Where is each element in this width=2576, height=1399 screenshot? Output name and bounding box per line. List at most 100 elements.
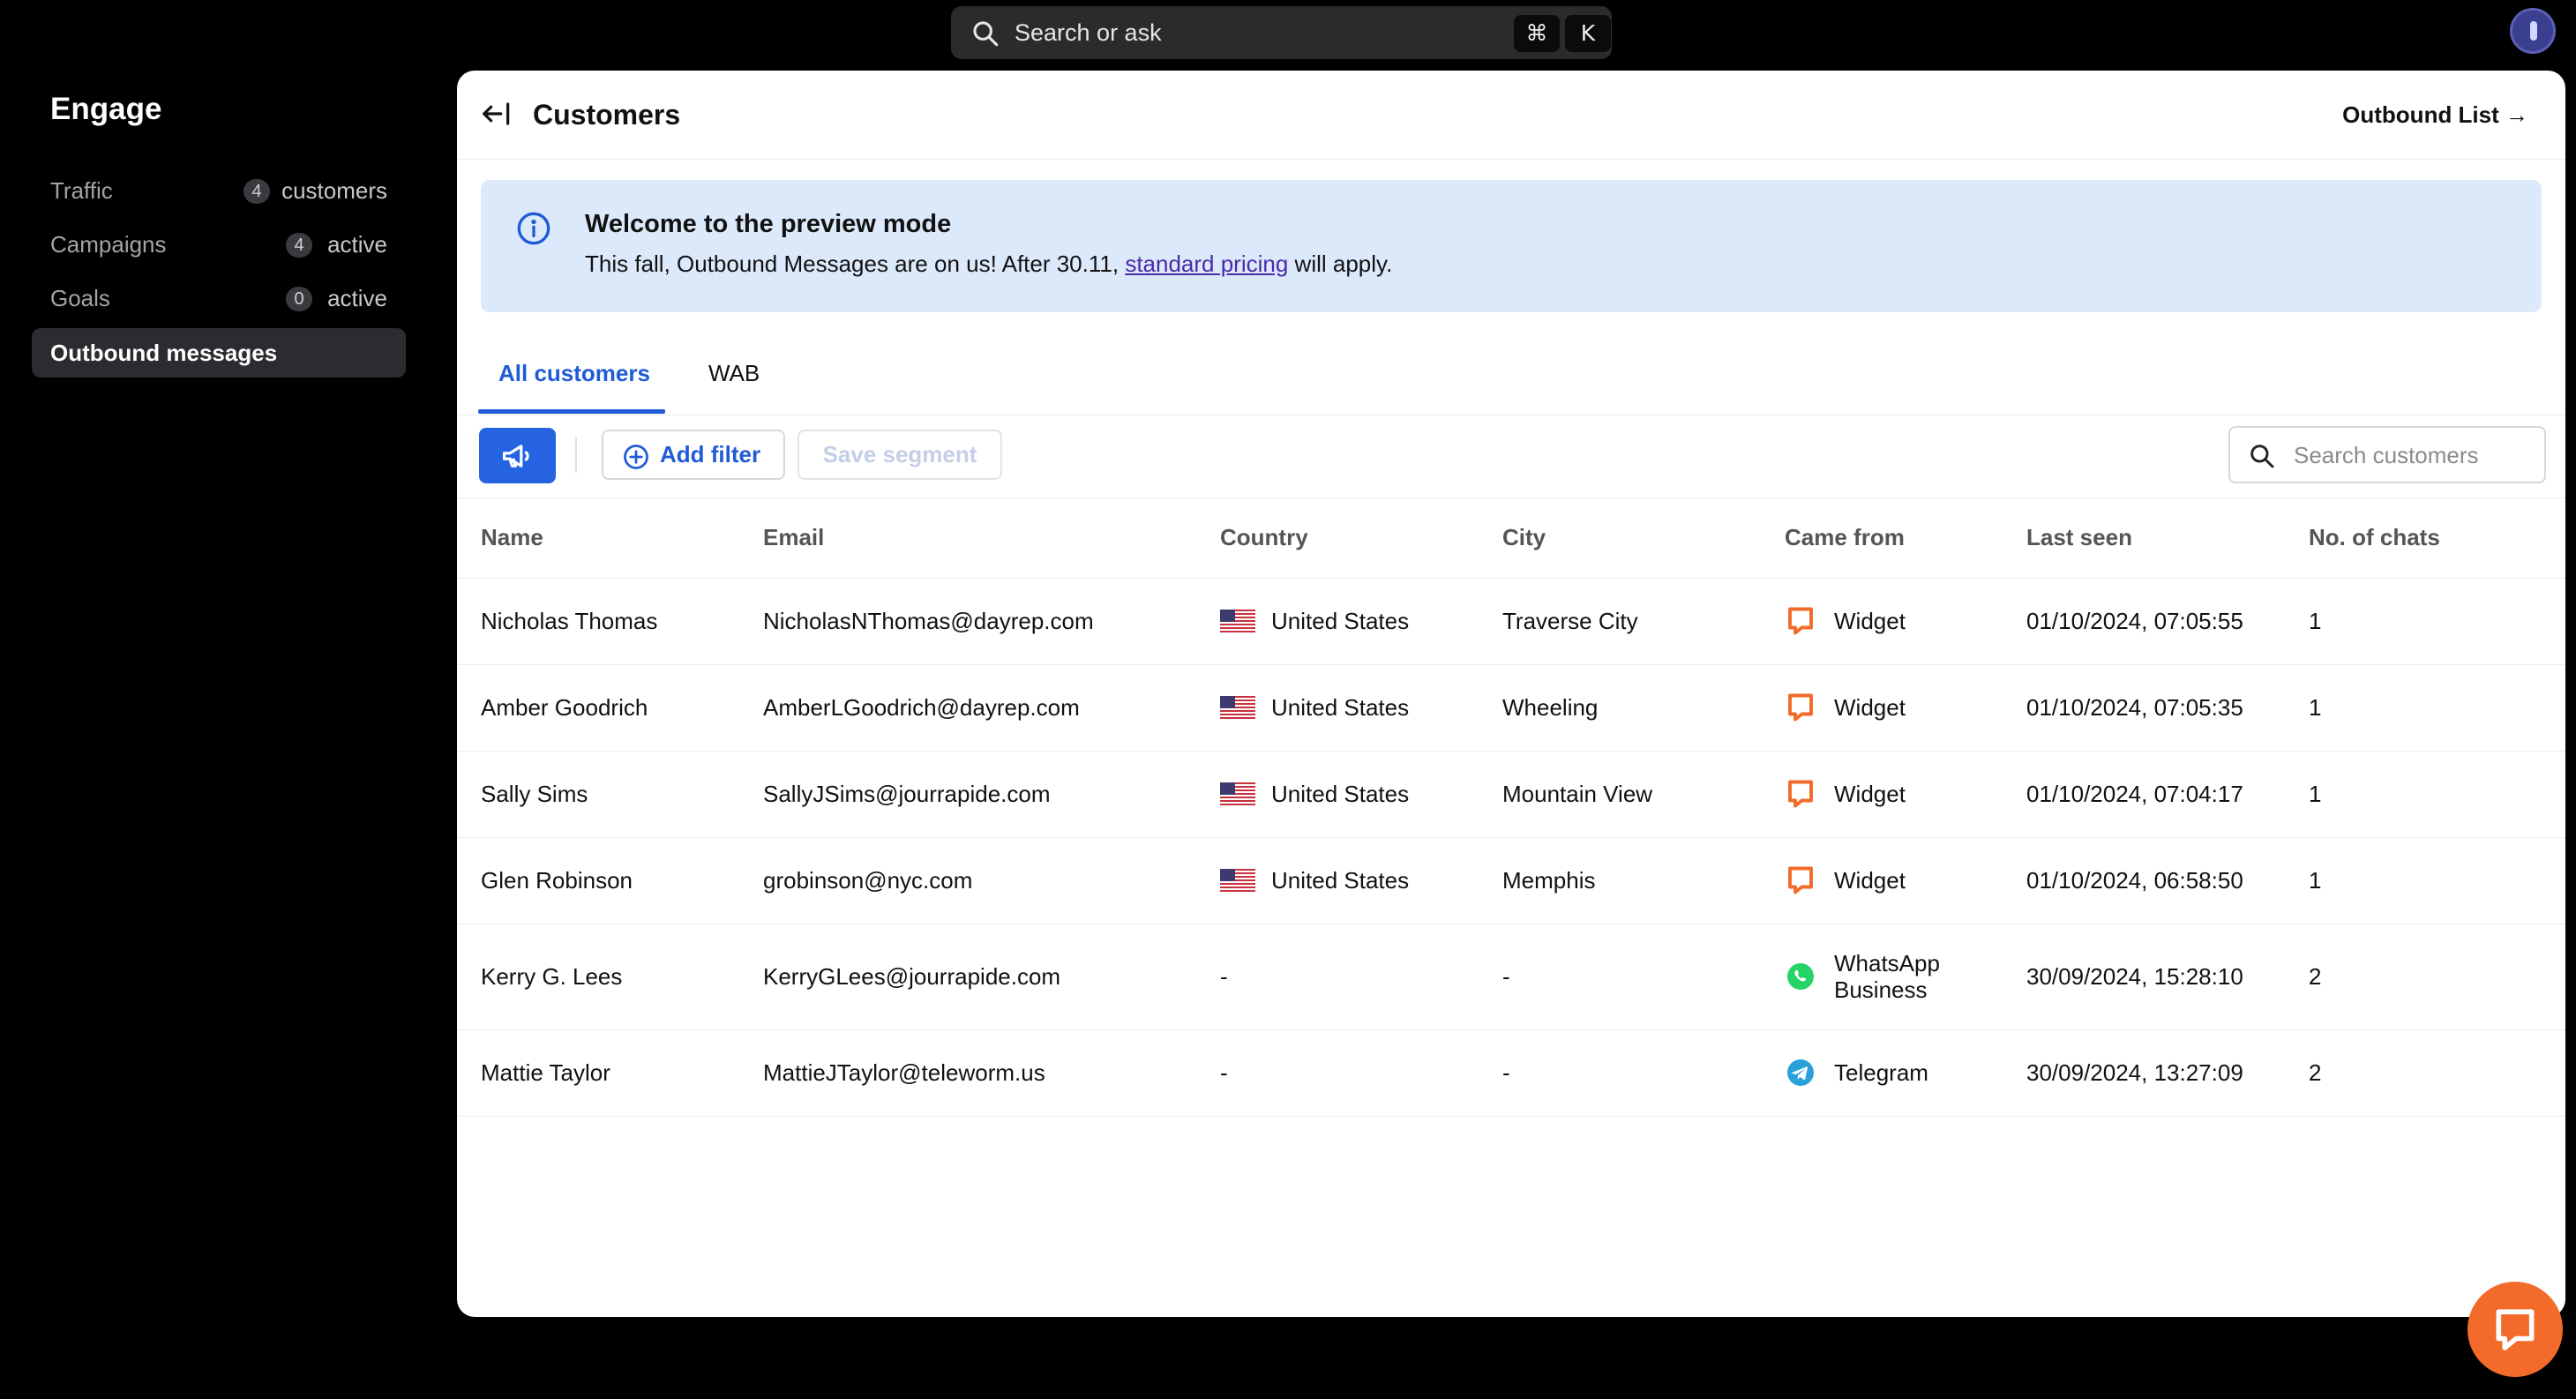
source-label: WhatsApp Business [1834,950,1940,1003]
column-header-last-seen[interactable]: Last seen [2026,498,2132,578]
last-seen: 01/10/2024, 07:04:17 [2026,780,2243,807]
whatsapp-icon [1787,963,1814,990]
standard-pricing-link[interactable]: standard pricing [1125,251,1288,277]
global-search-bar[interactable]: Search or ask ⌘ K [951,6,1612,59]
chat-bubble-icon [2496,1309,2535,1350]
customer-email: SallyJSims@jourrapide.com [763,780,1051,807]
outbound-list-link[interactable]: Outbound List → [2342,71,2528,159]
source-label-line1: WhatsApp [1834,950,1940,976]
save-segment-button[interactable]: Save segment [798,430,1002,480]
customer-search-box[interactable] [2228,426,2546,483]
country-label: United States [1271,780,1410,807]
customer-city: - [1502,1059,1510,1086]
column-header-name[interactable]: Name [481,498,543,578]
us-flag-icon [1220,610,1255,632]
banner-text-before: This fall, Outbound Messages are on us! … [585,251,1126,277]
customer-email: grobinson@nyc.com [763,866,973,894]
avatar[interactable] [2510,8,2556,54]
sidebar-item-label: Goals [50,285,110,311]
sidebar-item-label: Campaigns [50,231,167,258]
table-row[interactable]: Mattie Taylor MattieJTaylor@teleworm.us … [457,1029,2565,1117]
sidebar-item-campaigns[interactable]: Campaigns 4 active [32,220,406,269]
sidebar-item-outbound-messages[interactable]: Outbound messages [32,328,406,378]
column-header-chat-count[interactable]: No. of chats [2309,498,2440,578]
chat-count: 1 [2309,607,2322,634]
active-tab-indicator [478,409,665,414]
country-label: United States [1271,607,1410,634]
country-label: United States [1271,866,1410,894]
us-flag-icon [1220,696,1255,719]
customer-name: Glen Robinson [481,866,633,894]
send-campaign-button[interactable] [479,428,556,483]
table-row[interactable]: Kerry G. Lees KerryGLees@jourrapide.com … [457,924,2565,1030]
search-customers-input[interactable] [2292,433,2534,477]
tab-all-customers[interactable]: All customers [498,332,650,415]
column-header-came-from[interactable]: Came from [1785,498,1905,578]
sidebar-item-label: Traffic [50,177,113,204]
count-badge: 0 [286,287,312,311]
customer-source: Telegram [1785,1029,1928,1116]
customer-name: Kerry G. Lees [481,962,623,990]
banner-text-after: will apply. [1288,251,1393,277]
country-label: United States [1271,693,1410,721]
info-icon [517,212,550,245]
banner-title: Welcome to the preview mode [585,210,952,238]
us-flag-icon [1220,782,1255,805]
add-filter-button[interactable]: Add filter [602,430,785,480]
column-header-country[interactable]: Country [1220,498,1308,578]
last-seen: 30/09/2024, 13:27:09 [2026,1059,2243,1086]
main-panel: Customers Outbound List → Welcome to the… [457,71,2565,1317]
chat-launcher-button[interactable] [2467,1282,2563,1377]
sidebar-item-goals[interactable]: Goals 0 active [32,273,406,323]
toolbar-divider [575,438,577,473]
customer-country: United States [1220,837,1409,924]
customer-name: Nicholas Thomas [481,607,658,634]
source-label: Telegram [1834,1059,1928,1086]
customer-email: KerryGLees@jourrapide.com [763,962,1061,990]
customer-country: United States [1220,751,1409,837]
source-label: Widget [1834,693,1906,721]
search-icon [2250,445,2274,468]
column-header-city[interactable]: City [1502,498,1546,578]
sidebar-item-label: Outbound messages [50,340,278,366]
chat-count: 2 [2309,1059,2322,1086]
column-header-email[interactable]: Email [763,498,824,578]
sidebar-item-suffix: customers [281,177,387,204]
customer-city: Wheeling [1502,693,1599,721]
customer-email: AmberLGoodrich@dayrep.com [763,693,1080,721]
tab-wab[interactable]: WAB [708,332,760,415]
customer-country: United States [1220,578,1409,664]
search-icon [973,21,999,47]
customer-source: Widget [1785,664,1906,751]
customer-name: Mattie Taylor [481,1059,610,1086]
sidebar-item-traffic[interactable]: Traffic 4 customers [32,166,406,215]
widget-icon [1788,693,1813,722]
last-seen: 01/10/2024, 06:58:50 [2026,866,2243,894]
table-header: Name Email Country City Came from Last s… [457,498,2565,579]
shortcut-key-k: K [1565,15,1611,52]
table-row[interactable]: Sally Sims SallyJSims@jourrapide.com Uni… [457,751,2565,838]
table-row[interactable]: Amber Goodrich AmberLGoodrich@dayrep.com… [457,664,2565,752]
customer-source: Widget [1785,578,1906,664]
shortcut-key-cmd: ⌘ [1514,15,1560,52]
count-badge: 4 [243,179,270,204]
customer-city: Memphis [1502,866,1596,894]
chat-count: 1 [2309,866,2322,894]
table-row[interactable]: Nicholas Thomas NicholasNThomas@dayrep.c… [457,578,2565,665]
preview-mode-banner: Welcome to the preview mode This fall, O… [481,180,2542,312]
customer-country: United States [1220,664,1409,751]
banner-text: This fall, Outbound Messages are on us! … [585,251,1392,278]
customer-city: Mountain View [1502,780,1653,807]
us-flag-icon [1220,869,1255,892]
sidebar-item-suffix: active [327,231,387,258]
collapse-sidebar-icon[interactable] [480,97,513,131]
tab-bar: All customers WAB [457,332,2565,415]
customer-name: Amber Goodrich [481,693,648,721]
chat-count: 1 [2309,780,2322,807]
megaphone-icon [502,445,529,468]
customer-source: WhatsApp Business [1785,924,1940,1029]
table-row[interactable]: Glen Robinson grobinson@nyc.com United S… [457,837,2565,924]
customer-city: Traverse City [1502,607,1638,634]
customer-country: - [1220,1059,1228,1086]
source-label: Widget [1834,607,1906,634]
